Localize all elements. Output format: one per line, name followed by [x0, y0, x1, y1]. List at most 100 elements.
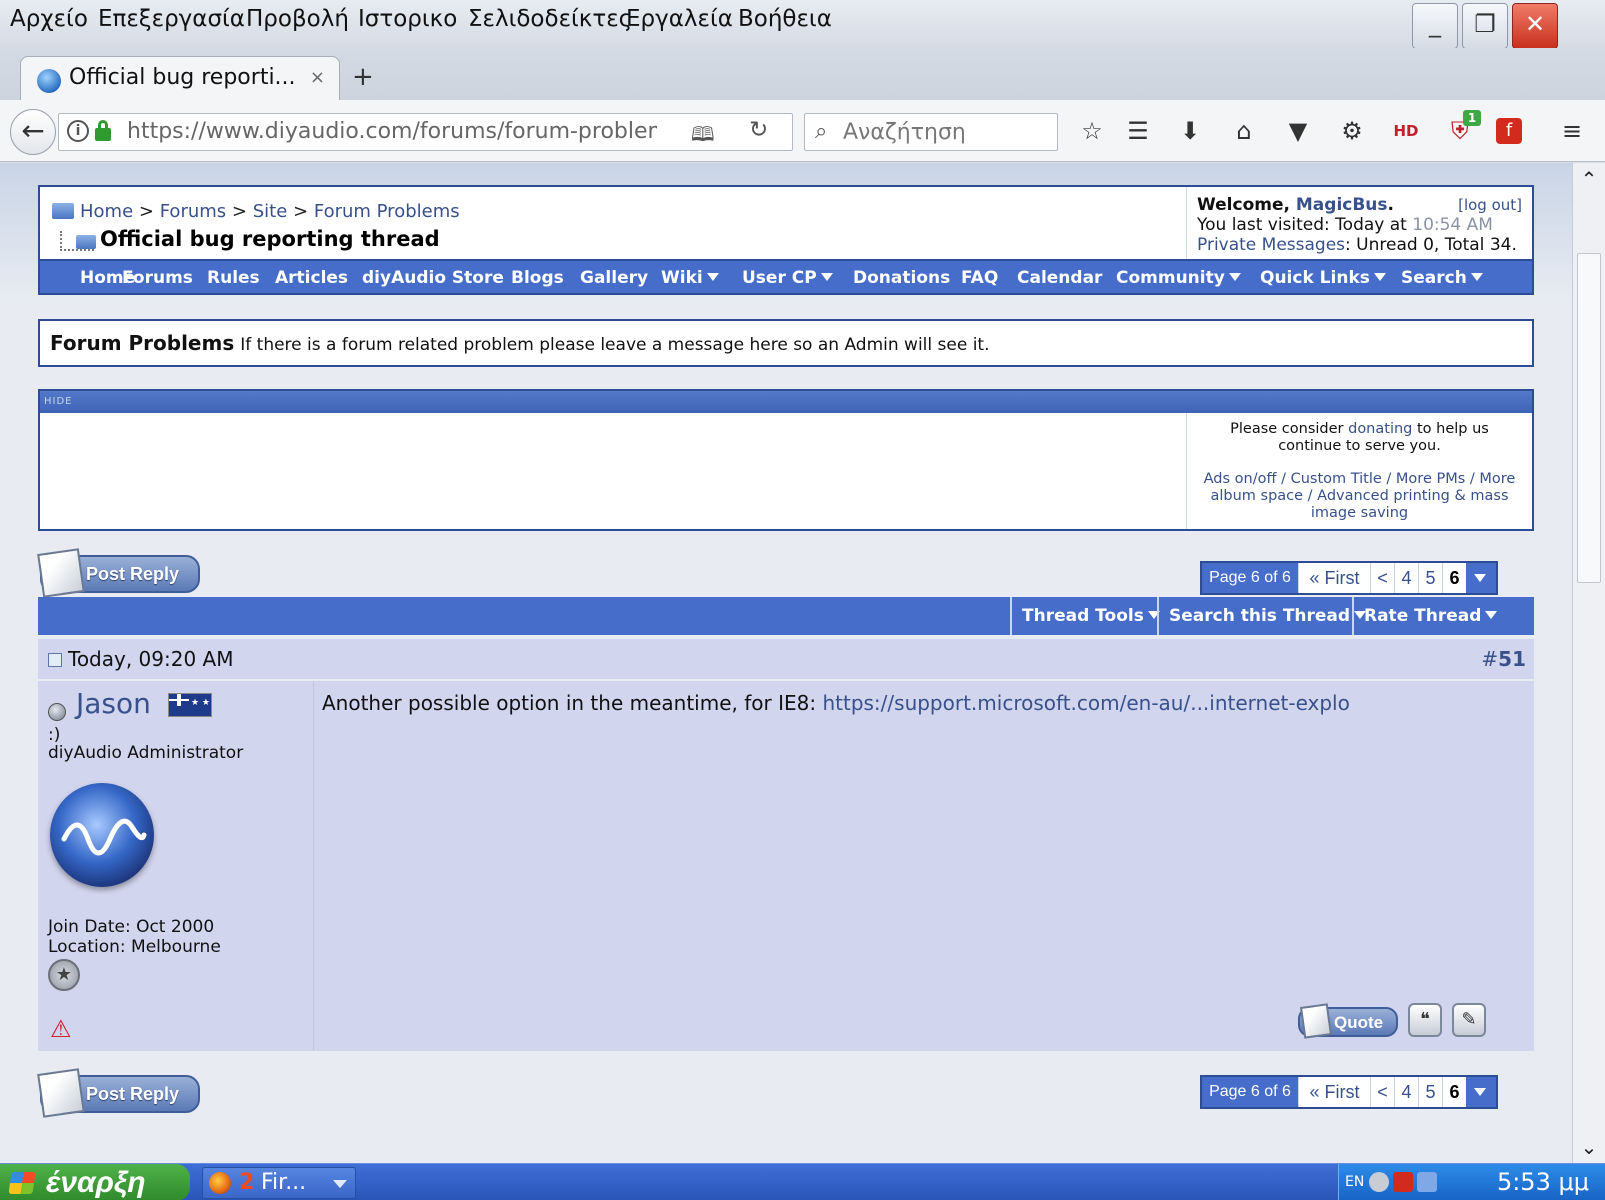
menu-file[interactable]: Αρχείο [10, 6, 88, 32]
hide-toggle[interactable]: HIDE [44, 396, 73, 407]
donate-text-pre: Please consider [1230, 421, 1349, 437]
minimize-button[interactable]: _ [1412, 3, 1458, 49]
menu-view[interactable]: Προβολή [246, 6, 349, 32]
taskbar-firefox-label: Fir... [261, 1170, 307, 1195]
addon-gear-icon[interactable]: ⚙ [1336, 115, 1368, 147]
breadcrumb-home[interactable]: Home [80, 201, 133, 222]
chevron-down-icon [1228, 273, 1241, 281]
donate-box: HIDE Please consider donating to help us… [38, 389, 1534, 531]
post-message-link[interactable]: https://support.microsoft.com/en-au/...i… [822, 691, 1349, 715]
page-first[interactable]: « First [1298, 1077, 1370, 1107]
hd-addon-icon[interactable]: HD [1390, 115, 1422, 147]
menu-history[interactable]: Ιστορικο [358, 6, 457, 32]
vertical-scrollbar[interactable]: ⌃ ⌄ [1572, 163, 1605, 1163]
nav-user-cp[interactable]: User CP [742, 268, 833, 288]
nav-rules[interactable]: Rules [207, 268, 260, 288]
back-arrow-icon: ← [21, 114, 45, 147]
breadcrumb-site[interactable]: Site [253, 201, 288, 222]
breadcrumb-forums[interactable]: Forums [160, 201, 226, 222]
page-prev[interactable]: < [1370, 563, 1394, 593]
page-label: Page 6 of 6 [1202, 1077, 1298, 1107]
reader-view-icon[interactable]: 🕮 [691, 120, 715, 154]
nav-blogs[interactable]: Blogs [511, 268, 564, 288]
reload-icon[interactable]: ↻ [749, 117, 768, 143]
nav-quick-links-label: Quick Links [1260, 268, 1370, 288]
post-username[interactable]: Jason [76, 687, 151, 720]
quote-button[interactable]: Quote [1298, 1003, 1398, 1039]
search-icon: ⌕ [815, 119, 828, 144]
nav-faq[interactable]: FAQ [961, 268, 998, 288]
url-bar[interactable]: i https://www.diyaudio.com/forums/forum-… [58, 113, 793, 151]
site-info-icon[interactable]: i [67, 120, 89, 142]
language-indicator[interactable]: EN [1345, 1174, 1364, 1190]
tab-active[interactable]: Official bug reporti... × [20, 56, 340, 102]
nav-community[interactable]: Community [1116, 268, 1241, 288]
search-input[interactable]: ⌕ Αναζήτηση [804, 113, 1058, 151]
downloads-icon[interactable]: ⬇ [1174, 115, 1206, 147]
page-jump-dropdown[interactable] [1466, 1077, 1496, 1107]
nav-wiki[interactable]: Wiki [661, 268, 719, 288]
page-4[interactable]: 4 [1394, 1077, 1418, 1107]
thread-tools-menu[interactable]: Thread Tools [1010, 597, 1170, 635]
username-link[interactable]: MagicBus [1296, 195, 1388, 215]
menu-edit[interactable]: Επεξεργασία [98, 6, 245, 32]
nav-quick-links[interactable]: Quick Links [1260, 268, 1386, 288]
page-5[interactable]: 5 [1418, 1077, 1442, 1107]
url-text[interactable]: https://www.diyaudio.com/forums/forum-pr… [127, 119, 657, 144]
welcome-panel: Welcome, MagicBus. [log out] You last vi… [1186, 187, 1532, 263]
nav-calendar[interactable]: Calendar [1017, 268, 1102, 288]
australia-flag-icon [168, 693, 212, 717]
reputation-star-icon: ★ [48, 959, 80, 991]
post-reply-button[interactable]: Post Reply [37, 548, 200, 598]
scroll-down-icon[interactable]: ⌄ [1575, 1133, 1603, 1161]
bookmark-star-icon[interactable]: ☆ [1076, 115, 1108, 147]
scrollbar-thumb[interactable] [1577, 253, 1601, 583]
taskbar-firefox-group[interactable]: 2 Fir... [202, 1167, 356, 1199]
network-icon[interactable] [1417, 1172, 1437, 1192]
nav-store[interactable]: diyAudio Store [362, 268, 504, 288]
volume-icon[interactable] [1369, 1172, 1389, 1192]
private-messages-link[interactable]: Private Messages [1197, 235, 1345, 255]
avatar[interactable] [50, 783, 154, 887]
menu-help[interactable]: Βοήθεια [738, 6, 832, 32]
close-window-button[interactable]: ✕ [1512, 3, 1558, 49]
pocket-icon[interactable]: ▼ [1282, 115, 1314, 147]
hamburger-menu-icon[interactable]: ≡ [1556, 115, 1588, 147]
nav-forums[interactable]: Forums [122, 268, 193, 288]
nav-gallery[interactable]: Gallery [580, 268, 648, 288]
nav-search[interactable]: Search [1401, 268, 1483, 288]
tab-close-icon[interactable]: × [310, 67, 325, 88]
search-thread-menu[interactable]: Search this Thread [1157, 597, 1376, 635]
multi-quote-button[interactable]: ❝ [1408, 1003, 1442, 1037]
back-button[interactable]: ← [10, 109, 56, 155]
page-5[interactable]: 5 [1418, 563, 1442, 593]
nav-donations[interactable]: Donations [853, 268, 950, 288]
breadcrumb-forum-problems[interactable]: Forum Problems [314, 201, 460, 222]
logout-link[interactable]: [log out] [1458, 195, 1522, 215]
flash-icon[interactable]: f [1496, 118, 1522, 144]
menu-bookmarks[interactable]: Σελιδοδείκτες [468, 6, 632, 32]
new-tab-button[interactable]: + [352, 62, 374, 92]
page-first[interactable]: « First [1298, 563, 1370, 593]
clock[interactable]: 5:53 μμ [1497, 1168, 1589, 1196]
nav-articles[interactable]: Articles [275, 268, 348, 288]
post-permalink[interactable]: #51 [1481, 647, 1526, 671]
donating-link[interactable]: donating [1348, 421, 1412, 437]
quick-reply-button[interactable]: ✎ [1452, 1003, 1486, 1037]
rate-thread-menu[interactable]: Rate Thread [1352, 597, 1507, 635]
report-post-icon[interactable]: ⚠ [50, 1015, 72, 1043]
restore-button[interactable]: ❐ [1462, 3, 1508, 49]
bookmarks-list-icon[interactable]: ☰ [1122, 115, 1154, 147]
antivirus-icon[interactable] [1393, 1172, 1413, 1192]
donate-message: Please consider donating to help us cont… [1186, 413, 1532, 529]
page-prev[interactable]: < [1370, 1077, 1394, 1107]
menu-tools[interactable]: Εργαλεία [626, 6, 733, 32]
page-4[interactable]: 4 [1394, 563, 1418, 593]
post-reply-button[interactable]: Post Reply [37, 1068, 200, 1118]
page-jump-dropdown[interactable] [1466, 563, 1496, 593]
scroll-up-icon[interactable]: ⌃ [1575, 165, 1603, 193]
donate-perks[interactable]: Ads on/off / Custom Title / More PMs / M… [1197, 471, 1522, 522]
start-button[interactable]: έναρξη [0, 1164, 190, 1200]
home-icon[interactable]: ⌂ [1228, 115, 1260, 147]
forum-title: Forum Problems [50, 331, 235, 355]
